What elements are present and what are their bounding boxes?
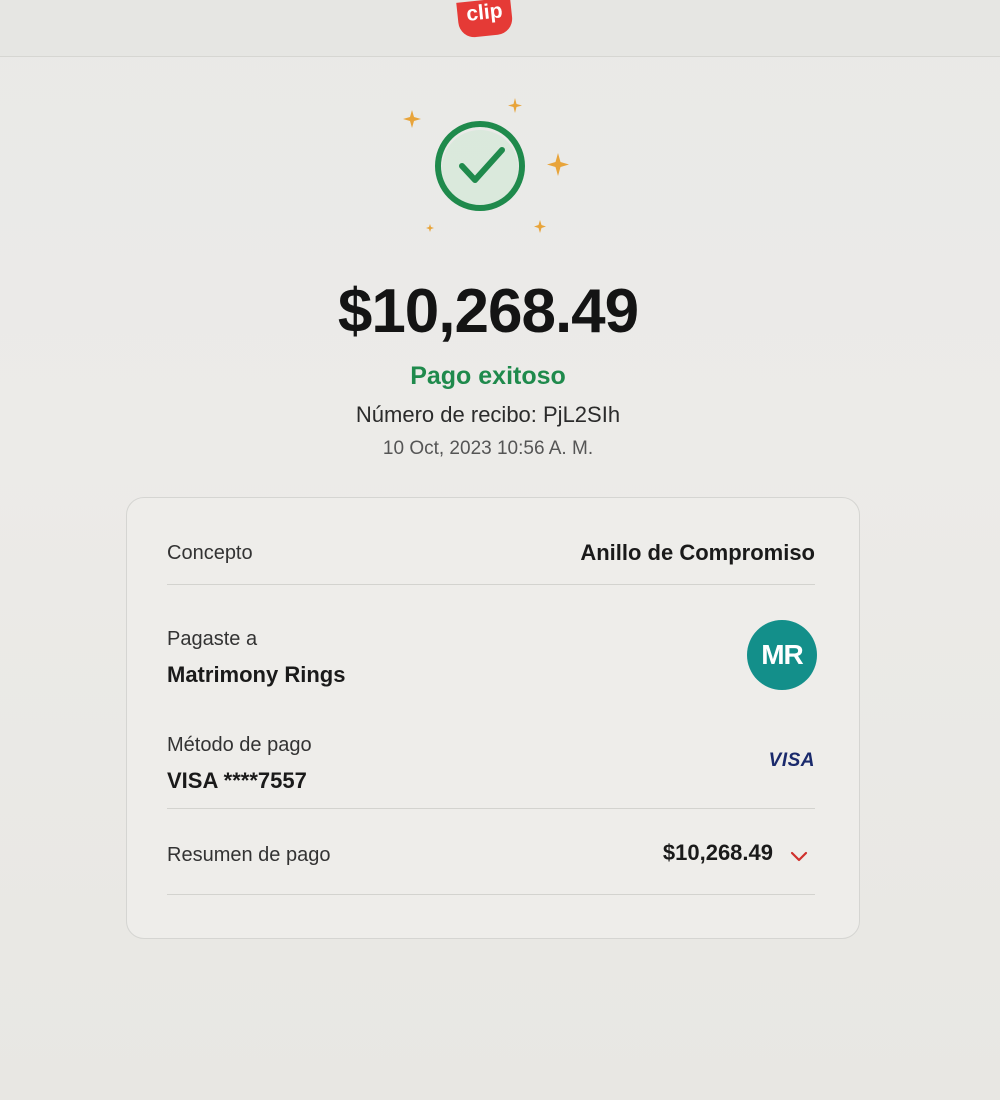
paid-to-row: Pagaste a Matrimony Rings MR <box>167 620 817 694</box>
payment-datetime: 10 Oct, 2023 10:56 A. M. <box>382 438 594 459</box>
concept-value: Anillo de Compromiso <box>580 540 815 565</box>
payment-method-value: VISA ****7557 <box>167 768 307 793</box>
divider <box>167 584 815 585</box>
divider <box>167 808 815 809</box>
payment-method-row: Método de pago VISA ****7557 VISA <box>167 730 815 800</box>
payment-method-label: Método de pago <box>167 734 312 756</box>
payment-amount: $10,268.49 <box>337 277 639 346</box>
concept-row: Concepto Anillo de Compromiso <box>167 538 815 570</box>
payment-summary-row[interactable]: Resumen de pago $10,268.49 <box>167 838 815 872</box>
merchant-avatar: MR <box>747 620 817 690</box>
check-circle-icon <box>403 98 569 233</box>
merchant-name: Matrimony Rings <box>167 662 346 687</box>
divider <box>167 894 815 895</box>
payment-status: Pago exitoso <box>410 362 566 390</box>
payment-details-card: Concepto Anillo de Compromiso Pagaste a … <box>126 497 860 939</box>
paid-to-label: Pagaste a <box>167 628 258 650</box>
payment-summary-value: $10,268.49 <box>662 840 773 865</box>
payment-summary-label: Resumen de pago <box>167 844 331 866</box>
visa-logo-icon: VISA <box>768 750 815 771</box>
chevron-down-icon[interactable] <box>787 844 811 868</box>
receipt-number: Número de recibo: PjL2SIh <box>355 402 621 427</box>
concept-label: Concepto <box>167 542 253 564</box>
success-illustration <box>390 90 580 240</box>
